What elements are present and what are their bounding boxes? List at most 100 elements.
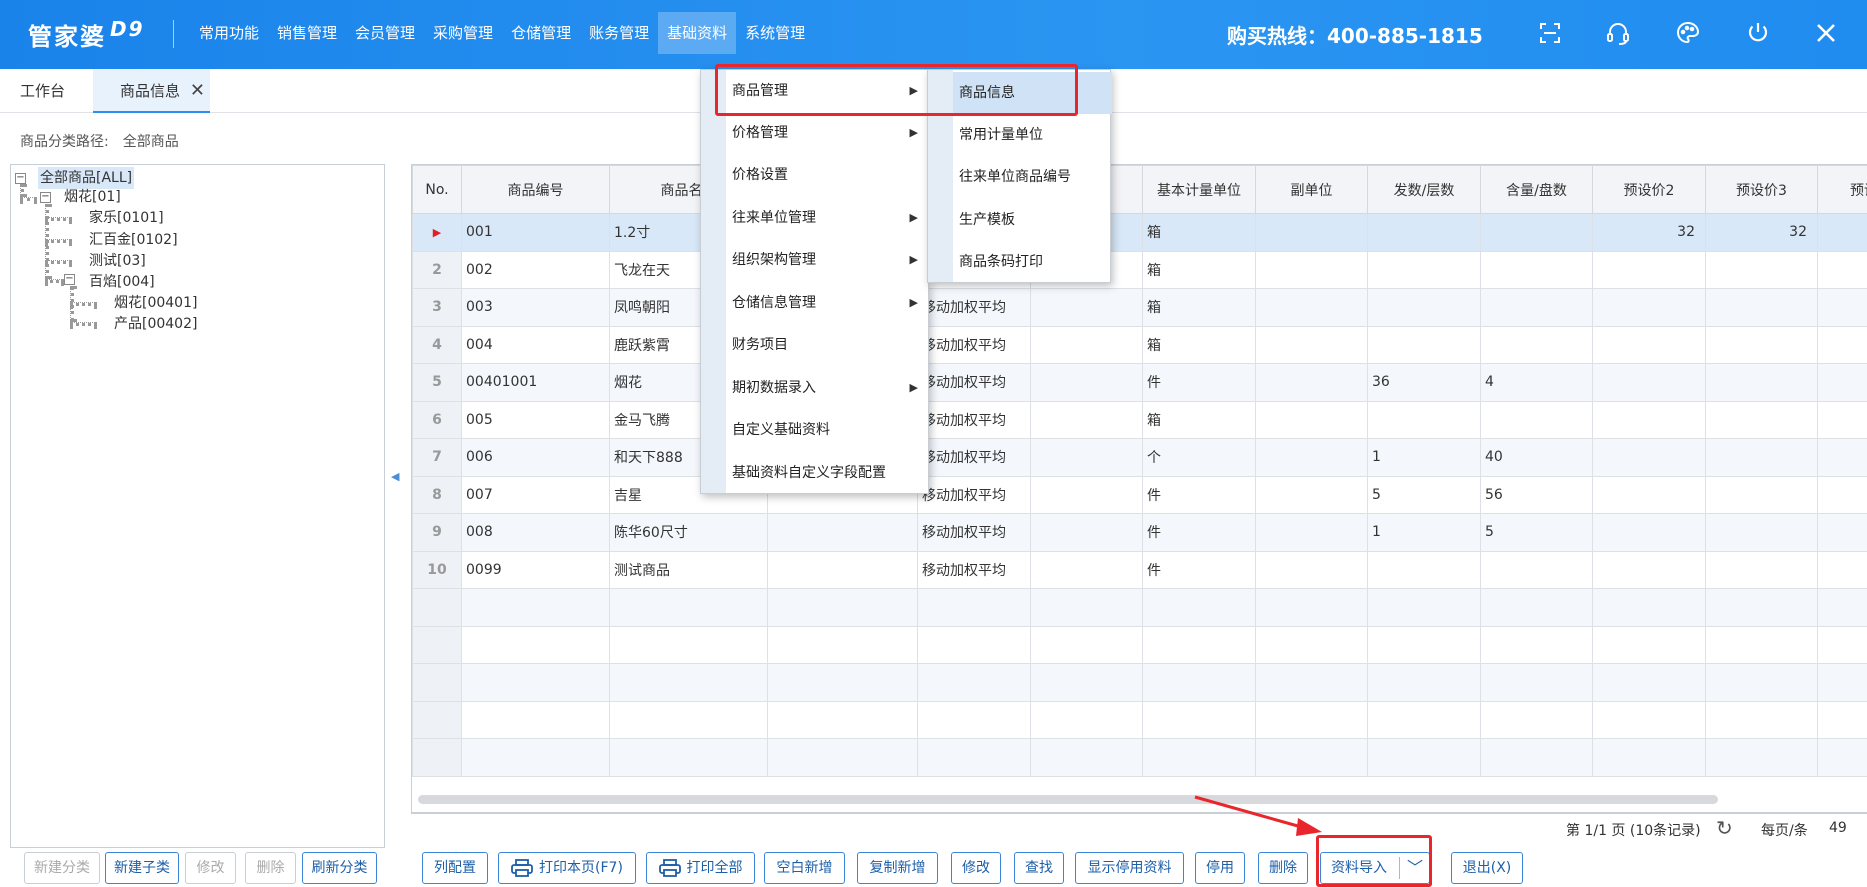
cell-p2[interactable]	[1592, 438, 1706, 477]
col-sub-unit[interactable]: 副单位	[1255, 165, 1368, 214]
cell-code[interactable]: 006	[461, 438, 610, 477]
cell-c5[interactable]	[1030, 475, 1143, 514]
cell-han[interactable]: 5	[1480, 513, 1593, 552]
cell-p3[interactable]: 32	[1705, 213, 1818, 252]
col-price-more[interactable]: 预设	[1817, 165, 1867, 214]
cell-code[interactable]: 001	[461, 213, 610, 252]
cell-unit[interactable]: 箱	[1142, 325, 1256, 364]
col-no[interactable]: No.	[412, 165, 462, 214]
cell-unit[interactable]: 箱	[1142, 250, 1256, 289]
cell-unit[interactable]: 箱	[1142, 400, 1256, 439]
cell-c3[interactable]	[767, 513, 918, 552]
cell-more[interactable]	[1817, 513, 1867, 552]
cell-c5[interactable]	[1030, 288, 1143, 327]
cell-more[interactable]	[1817, 325, 1867, 364]
cell-fa[interactable]	[1367, 288, 1481, 327]
cell-c4[interactable]: 移动加权平均	[917, 288, 1031, 327]
cell-han[interactable]: 40	[1480, 438, 1593, 477]
table-row[interactable]: ▶ 001 1.2寸箱 32 32	[412, 213, 1867, 252]
tree-node-fireworks-sub[interactable]: 烟花[00401]	[114, 292, 197, 314]
cell-c4[interactable]: 移动加权平均	[917, 475, 1031, 514]
cell-code[interactable]: 00401001	[461, 363, 610, 402]
table-row[interactable]: 2 002 飞龙在天箱	[412, 250, 1867, 289]
cell-unit[interactable]: 个	[1142, 438, 1256, 477]
cell-p2[interactable]: 32	[1592, 213, 1706, 252]
tree-node-jiale[interactable]: 家乐[0101]	[89, 207, 164, 229]
table-row[interactable]: 5 00401001 烟花 移动加权平均件 36 4	[412, 363, 1867, 402]
cell-fa[interactable]: 1	[1367, 438, 1481, 477]
page-size-select[interactable]: 49	[1829, 820, 1847, 836]
cell-p2[interactable]	[1592, 250, 1706, 289]
cell-more[interactable]	[1817, 363, 1867, 402]
headset-icon[interactable]	[1603, 18, 1633, 48]
cell-c4[interactable]: 移动加权平均	[917, 400, 1031, 439]
edit-button[interactable]: 修改	[951, 852, 1001, 884]
collapse-icon[interactable]: −	[64, 274, 75, 285]
cell-p2[interactable]	[1592, 363, 1706, 402]
cell-fa[interactable]	[1367, 213, 1481, 252]
cell-p3[interactable]	[1705, 363, 1818, 402]
cell-fa[interactable]	[1367, 325, 1481, 364]
col-price3[interactable]: 预设价3	[1705, 165, 1818, 214]
show-disabled-button[interactable]: 显示停用资料	[1075, 852, 1184, 884]
col-code[interactable]: 商品编号	[461, 165, 610, 214]
cell-han[interactable]	[1480, 250, 1593, 289]
cell-fa[interactable]: 36	[1367, 363, 1481, 402]
cell-c4[interactable]: 移动加权平均	[917, 550, 1031, 589]
nav-item-members[interactable]: 会员管理	[346, 12, 424, 54]
cell-fa[interactable]	[1367, 250, 1481, 289]
table-row[interactable]: 4 004 鹿跃紫霄 移动加权平均箱	[412, 325, 1867, 364]
palette-icon[interactable]	[1673, 18, 1703, 48]
cell-code[interactable]: 002	[461, 250, 610, 289]
new-subcategory-button[interactable]: 新建子类	[105, 852, 179, 884]
cell-fa[interactable]: 1	[1367, 513, 1481, 552]
cell-more[interactable]	[1817, 475, 1867, 514]
cell-p2[interactable]	[1592, 513, 1706, 552]
table-row[interactable]: 10 0099 测试商品 移动加权平均 件	[412, 550, 1867, 589]
menu-item-custom-basic-data[interactable]: 自定义基础资料	[701, 409, 928, 451]
cell-more[interactable]	[1817, 213, 1867, 252]
print-page-button[interactable]: 打印本页(F7)	[498, 852, 636, 884]
cell-code[interactable]: 008	[461, 513, 610, 552]
cell-han[interactable]	[1480, 550, 1593, 589]
cell-code[interactable]: 0099	[461, 550, 610, 589]
cell-unit[interactable]: 箱	[1142, 213, 1256, 252]
cell-c5[interactable]	[1030, 513, 1143, 552]
power-icon[interactable]	[1743, 18, 1773, 48]
cell-more[interactable]	[1817, 400, 1867, 439]
find-button[interactable]: 查找	[1014, 852, 1064, 884]
nav-item-system[interactable]: 系统管理	[736, 12, 814, 54]
close-icon[interactable]	[1811, 18, 1841, 48]
cell-c5[interactable]	[1030, 400, 1143, 439]
collapse-icon[interactable]: −	[40, 192, 51, 203]
cell-c4[interactable]: 移动加权平均	[917, 438, 1031, 477]
cell-code[interactable]: 007	[461, 475, 610, 514]
submenu-item-production-template[interactable]: 生产模板	[928, 199, 1110, 241]
cell-p2[interactable]	[1592, 475, 1706, 514]
menu-item-opening-data[interactable]: 期初数据录入 ▶	[701, 367, 928, 409]
cell-sub[interactable]	[1255, 475, 1368, 514]
cell-sub[interactable]	[1255, 550, 1368, 589]
cell-p3[interactable]	[1705, 288, 1818, 327]
delete-category-button[interactable]: 删除	[245, 852, 296, 884]
cell-han[interactable]: 4	[1480, 363, 1593, 402]
submenu-item-units[interactable]: 常用计量单位	[928, 114, 1110, 156]
column-config-button[interactable]: 列配置	[422, 852, 488, 884]
cell-p3[interactable]	[1705, 513, 1818, 552]
cell-unit[interactable]: 箱	[1142, 288, 1256, 327]
table-row[interactable]: 8 007 吉星 移动加权平均件 5 56	[412, 475, 1867, 514]
cell-sub[interactable]	[1255, 400, 1368, 439]
fullscreen-icon[interactable]	[1535, 18, 1565, 48]
cell-unit[interactable]: 件	[1142, 550, 1256, 589]
tab-product-info[interactable]: 商品信息 ✕	[93, 69, 210, 113]
menu-item-partner-management[interactable]: 往来单位管理 ▶	[701, 197, 928, 239]
blank-add-button[interactable]: 空白新增	[764, 852, 845, 884]
horizontal-scrollbar[interactable]	[418, 795, 1718, 804]
cell-p2[interactable]	[1592, 400, 1706, 439]
cell-fa[interactable]	[1367, 400, 1481, 439]
cell-sub[interactable]	[1255, 438, 1368, 477]
tab-close-icon[interactable]: ✕	[190, 69, 205, 113]
cell-han[interactable]	[1480, 400, 1593, 439]
cell-unit[interactable]: 件	[1142, 475, 1256, 514]
menu-item-warehouse-info[interactable]: 仓储信息管理 ▶	[701, 282, 928, 324]
